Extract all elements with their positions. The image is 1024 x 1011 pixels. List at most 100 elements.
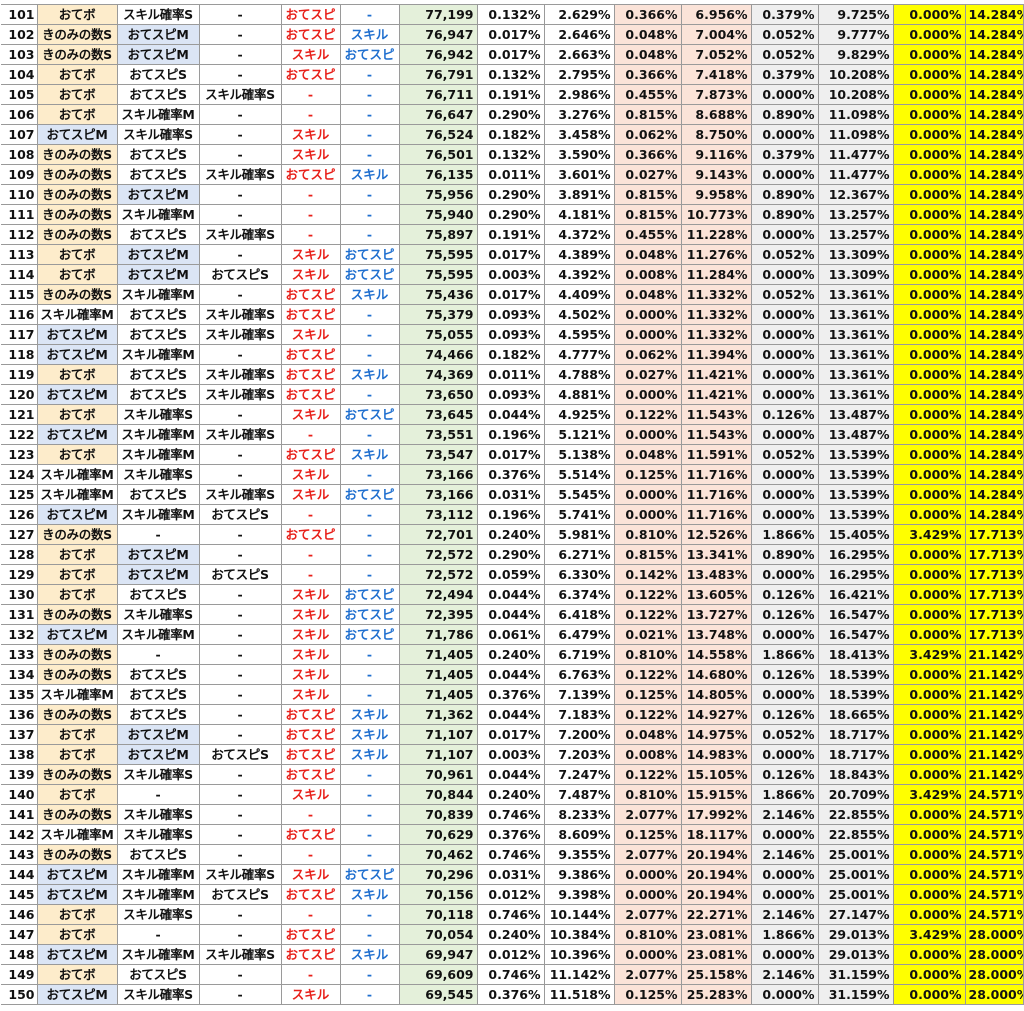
cell-score: 71,107 bbox=[398, 724, 478, 745]
cell-score: 75,595 bbox=[398, 264, 478, 285]
cell-p1: 0.093% bbox=[476, 324, 545, 345]
cell-skill5: - bbox=[339, 184, 400, 205]
cell-p3: 0.052% bbox=[750, 24, 819, 45]
table-row: 140 おてボ - - スキル -70,844 0.240% 7.487% 0.810% 15.9… bbox=[1, 784, 1024, 805]
cell-skill3: - bbox=[198, 284, 282, 305]
cell-c4: 17.713% bbox=[964, 604, 1024, 625]
cell-c4: 14.284% bbox=[964, 224, 1024, 245]
cell-p3: 0.000% bbox=[750, 384, 819, 405]
cell-p1: 0.746% bbox=[476, 804, 545, 825]
cell-c1: 6.763% bbox=[543, 664, 615, 685]
cell-rank: 118 bbox=[1, 344, 38, 365]
cell-c4: 17.713% bbox=[964, 584, 1024, 605]
cell-skill2: おてスピS bbox=[116, 964, 200, 985]
cell-score: 70,844 bbox=[398, 784, 478, 805]
cell-rank: 101 bbox=[1, 4, 38, 25]
cell-p2: 0.027% bbox=[613, 364, 682, 385]
cell-c1: 3.601% bbox=[543, 164, 615, 185]
cell-skill4: スキル bbox=[280, 124, 341, 145]
cell-skill5: - bbox=[339, 4, 400, 25]
cell-score: 69,947 bbox=[398, 944, 478, 965]
cell-p3: 0.000% bbox=[750, 744, 819, 765]
cell-c4: 14.284% bbox=[964, 104, 1024, 125]
cell-skill4: スキル bbox=[280, 144, 341, 165]
table-row: 112 きのみの数S おてスピS スキル確率S - -75,897 0.191% 4.372%… bbox=[1, 224, 1024, 245]
table-row: 149 おてボ おてスピS - - -69,609 0.746% 11.142% 2.077% 2… bbox=[1, 964, 1024, 985]
cell-p2: 0.125% bbox=[613, 984, 682, 1005]
cell-c2: 14.805% bbox=[680, 684, 752, 705]
cell-p2: 0.048% bbox=[613, 444, 682, 465]
cell-c1: 10.396% bbox=[543, 944, 615, 965]
table-row: 105 おてボ おてスピS スキル確率S - -76,711 0.191% 2.986% 0.4… bbox=[1, 84, 1024, 105]
cell-skill2: おてスピM bbox=[116, 724, 200, 745]
cell-p2: 0.048% bbox=[613, 244, 682, 265]
cell-c4: 14.284% bbox=[964, 24, 1024, 45]
cell-skill4: おてスピ bbox=[280, 64, 341, 85]
table-row: 141 きのみの数S スキル確率S - - -70,839 0.746% 8.233% 2.07… bbox=[1, 804, 1024, 825]
cell-p1: 0.290% bbox=[476, 544, 545, 565]
cell-skill5: - bbox=[339, 784, 400, 805]
cell-skill1: おてスピM bbox=[36, 384, 118, 405]
cell-p1: 0.191% bbox=[476, 84, 545, 105]
cell-skill2: おてスピM bbox=[116, 244, 200, 265]
cell-c4: 14.284% bbox=[964, 304, 1024, 325]
cell-c1: 5.741% bbox=[543, 504, 615, 525]
cell-c4: 24.571% bbox=[964, 784, 1024, 805]
cell-p2: 0.122% bbox=[613, 704, 682, 725]
cell-skill2: - bbox=[116, 524, 200, 545]
cell-p1: 0.031% bbox=[476, 864, 545, 885]
cell-c1: 6.271% bbox=[543, 544, 615, 565]
cell-p3: 0.000% bbox=[750, 944, 819, 965]
cell-skill3: - bbox=[198, 404, 282, 425]
cell-p1: 0.182% bbox=[476, 124, 545, 145]
cell-skill4: おてスピ bbox=[280, 824, 341, 845]
cell-score: 72,395 bbox=[398, 604, 478, 625]
cell-p1: 0.290% bbox=[476, 204, 545, 225]
cell-score: 71,405 bbox=[398, 644, 478, 665]
cell-c4: 14.284% bbox=[964, 124, 1024, 145]
cell-score: 72,572 bbox=[398, 564, 478, 585]
cell-skill5: スキル bbox=[339, 444, 400, 465]
cell-rank: 133 bbox=[1, 644, 38, 665]
cell-c3: 16.421% bbox=[817, 584, 894, 605]
table-row: 110 きのみの数S おてスピM - - -75,956 0.290% 3.891% 0.815… bbox=[1, 184, 1024, 205]
cell-skill5: スキル bbox=[339, 944, 400, 965]
cell-p4: 0.000% bbox=[892, 564, 966, 585]
cell-p2: 2.077% bbox=[613, 904, 682, 925]
cell-skill1: おてボ bbox=[36, 84, 118, 105]
cell-p1: 0.240% bbox=[476, 924, 545, 945]
cell-c4: 28.000% bbox=[964, 944, 1024, 965]
cell-p2: 2.077% bbox=[613, 844, 682, 865]
table-row: 145 おてスピM スキル確率M おてスピS おてスピ スキル 70,156 0.012% 9.… bbox=[1, 884, 1024, 905]
cell-c2: 11.543% bbox=[680, 404, 752, 425]
cell-p1: 0.376% bbox=[476, 824, 545, 845]
cell-skill5: - bbox=[339, 804, 400, 825]
cell-skill5: スキル bbox=[339, 364, 400, 385]
cell-p3: 0.000% bbox=[750, 504, 819, 525]
cell-skill2: スキル確率M bbox=[116, 884, 200, 905]
cell-c2: 7.052% bbox=[680, 44, 752, 65]
cell-c2: 8.750% bbox=[680, 124, 752, 145]
cell-rank: 135 bbox=[1, 684, 38, 705]
cell-c2: 25.283% bbox=[680, 984, 752, 1005]
cell-c2: 11.716% bbox=[680, 504, 752, 525]
cell-skill3: - bbox=[198, 784, 282, 805]
cell-c1: 11.518% bbox=[543, 984, 615, 1005]
cell-skill1: きのみの数S bbox=[36, 284, 118, 305]
cell-skill3: - bbox=[198, 524, 282, 545]
cell-score: 72,494 bbox=[398, 584, 478, 605]
cell-skill2: スキル確率M bbox=[116, 444, 200, 465]
cell-score: 71,405 bbox=[398, 684, 478, 705]
cell-skill1: おてボ bbox=[36, 264, 118, 285]
cell-c3: 11.098% bbox=[817, 104, 894, 125]
cell-skill1: スキル確率M bbox=[36, 684, 118, 705]
cell-p4: 0.000% bbox=[892, 864, 966, 885]
cell-rank: 113 bbox=[1, 244, 38, 265]
cell-p1: 0.044% bbox=[476, 704, 545, 725]
cell-rank: 106 bbox=[1, 104, 38, 125]
cell-score: 74,466 bbox=[398, 344, 478, 365]
cell-skill3: - bbox=[198, 184, 282, 205]
table-row: 120 おてスピM おてスピS スキル確率S おてスピ -73,650 0.093% 4.88… bbox=[1, 384, 1024, 405]
cell-skill3: スキル確率S bbox=[198, 164, 282, 185]
cell-c4: 14.284% bbox=[964, 344, 1024, 365]
